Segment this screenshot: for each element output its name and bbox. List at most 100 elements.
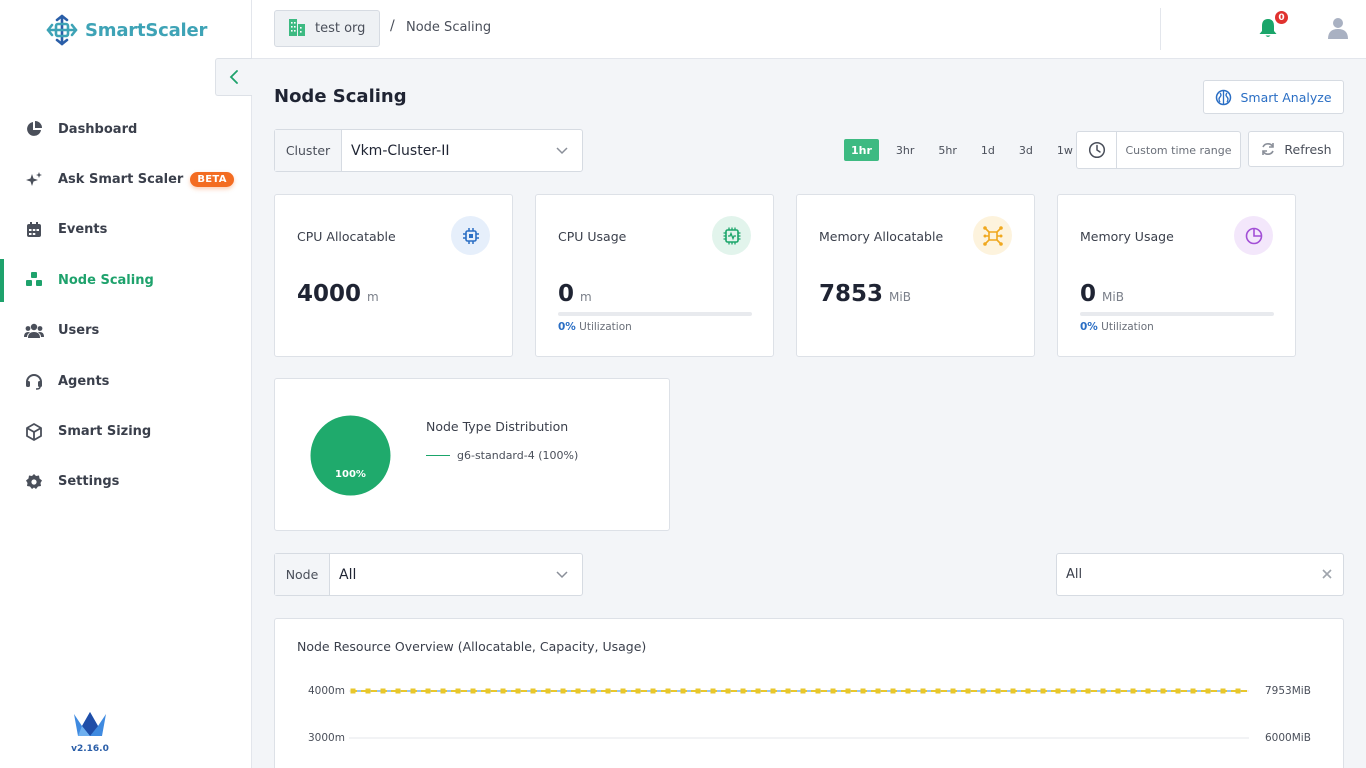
time-range-3hr[interactable]: 3hr xyxy=(889,139,922,161)
series-marker[interactable] xyxy=(950,688,956,694)
series-marker[interactable] xyxy=(1055,688,1061,694)
series-marker[interactable] xyxy=(665,688,671,694)
time-range-1hr[interactable]: 1hr xyxy=(844,139,879,161)
sidebar-item-settings[interactable]: Settings xyxy=(0,457,251,507)
series-marker[interactable] xyxy=(785,688,791,694)
version-label: v2.16.0 xyxy=(71,744,109,754)
series-marker[interactable] xyxy=(680,688,686,694)
series-marker[interactable] xyxy=(935,688,941,694)
brand-name: SmartScaler xyxy=(85,19,208,41)
series-marker[interactable] xyxy=(875,688,881,694)
series-marker[interactable] xyxy=(1010,688,1016,694)
series-marker[interactable] xyxy=(1070,688,1076,694)
series-marker[interactable] xyxy=(440,688,446,694)
sidebar-item-users[interactable]: Users xyxy=(0,306,251,356)
time-range-3d[interactable]: 3d xyxy=(1012,139,1040,161)
series-marker[interactable] xyxy=(635,688,641,694)
series-marker[interactable] xyxy=(710,688,716,694)
sidebar-item-dashboard[interactable]: Dashboard xyxy=(0,104,251,154)
series-marker[interactable] xyxy=(1235,688,1241,694)
cluster-select[interactable]: Cluster Vkm-Cluster-II xyxy=(274,129,583,172)
series-marker[interactable] xyxy=(350,688,356,694)
filter-input[interactable]: All xyxy=(1056,553,1344,596)
series-marker[interactable] xyxy=(1130,688,1136,694)
calendar-icon xyxy=(24,220,44,240)
series-marker[interactable] xyxy=(755,688,761,694)
series-marker[interactable] xyxy=(1100,688,1106,694)
series-marker[interactable] xyxy=(620,688,626,694)
series-marker[interactable] xyxy=(530,688,536,694)
smart-analyze-button[interactable]: Smart Analyze xyxy=(1203,80,1344,114)
sidebar-item-node-scaling[interactable]: Node Scaling xyxy=(0,255,251,305)
sidebar-item-events[interactable]: Events xyxy=(0,205,251,255)
series-marker[interactable] xyxy=(425,688,431,694)
series-marker[interactable] xyxy=(920,688,926,694)
series-marker[interactable] xyxy=(980,688,986,694)
utilization-label: Utilization xyxy=(579,321,632,333)
series-marker[interactable] xyxy=(815,688,821,694)
users-icon xyxy=(24,321,44,341)
stat-number: 0 xyxy=(558,281,575,307)
series-marker[interactable] xyxy=(905,688,911,694)
series-marker[interactable] xyxy=(1115,688,1121,694)
series-marker[interactable] xyxy=(845,688,851,694)
series-marker[interactable] xyxy=(830,688,836,694)
series-marker[interactable] xyxy=(650,688,656,694)
sidebar-item-ask-smart-scaler[interactable]: Ask Smart Scaler BETA xyxy=(0,154,251,204)
series-marker[interactable] xyxy=(1025,688,1031,694)
building-icon xyxy=(287,17,307,41)
series-marker[interactable] xyxy=(965,688,971,694)
chevron-down-icon xyxy=(556,570,568,579)
series-marker[interactable] xyxy=(1085,688,1091,694)
sidebar-item-smart-sizing[interactable]: Smart Sizing xyxy=(0,406,251,456)
series-marker[interactable] xyxy=(500,688,506,694)
series-marker[interactable] xyxy=(770,688,776,694)
series-marker[interactable] xyxy=(380,688,386,694)
custom-time-range-button[interactable]: Custom time range xyxy=(1076,131,1241,169)
series-marker[interactable] xyxy=(725,688,731,694)
node-select[interactable]: Node All xyxy=(274,553,583,596)
series-marker[interactable] xyxy=(860,688,866,694)
series-marker[interactable] xyxy=(1040,688,1046,694)
series-marker[interactable] xyxy=(1175,688,1181,694)
series-marker[interactable] xyxy=(740,688,746,694)
series-marker[interactable] xyxy=(1160,688,1166,694)
refresh-button[interactable]: Refresh xyxy=(1248,131,1344,167)
user-menu-button[interactable] xyxy=(1326,16,1350,40)
series-marker[interactable] xyxy=(800,688,806,694)
series-marker[interactable] xyxy=(575,688,581,694)
distribution-legend-item[interactable]: g6-standard-4 (100%) xyxy=(426,449,578,462)
collapse-sidebar-button[interactable] xyxy=(215,58,252,96)
pie-slice-g6-standard-4[interactable] xyxy=(310,415,391,496)
memory-icon xyxy=(973,216,1012,255)
series-marker[interactable] xyxy=(890,688,896,694)
series-marker[interactable] xyxy=(1190,688,1196,694)
series-marker[interactable] xyxy=(545,688,551,694)
series-marker[interactable] xyxy=(560,688,566,694)
series-marker[interactable] xyxy=(515,688,521,694)
time-range-buttons: 1hr 3hr 5hr 1d 3d 1w xyxy=(844,139,1090,161)
clear-icon[interactable] xyxy=(1322,567,1332,583)
series-marker[interactable] xyxy=(470,688,476,694)
series-marker[interactable] xyxy=(1220,688,1226,694)
series-marker[interactable] xyxy=(365,688,371,694)
series-marker[interactable] xyxy=(1205,688,1211,694)
series-marker[interactable] xyxy=(605,688,611,694)
utilization-percent: 0% xyxy=(558,321,576,333)
series-marker[interactable] xyxy=(455,688,461,694)
series-marker[interactable] xyxy=(485,688,491,694)
series-marker[interactable] xyxy=(395,688,401,694)
sidebar-item-agents[interactable]: Agents xyxy=(0,356,251,406)
time-range-5hr[interactable]: 5hr xyxy=(931,139,964,161)
refresh-label: Refresh xyxy=(1284,141,1332,157)
stat-card-cpu-allocatable: CPU Allocatable 4000 m xyxy=(274,194,513,357)
logo[interactable]: SmartScaler xyxy=(45,13,207,47)
series-marker[interactable] xyxy=(995,688,1001,694)
series-marker[interactable] xyxy=(695,688,701,694)
time-range-1d[interactable]: 1d xyxy=(974,139,1002,161)
series-marker[interactable] xyxy=(410,688,416,694)
distribution-title: Node Type Distribution xyxy=(426,419,569,434)
series-marker[interactable] xyxy=(1145,688,1151,694)
org-selector-button[interactable]: test org xyxy=(274,10,381,47)
series-marker[interactable] xyxy=(590,688,596,694)
